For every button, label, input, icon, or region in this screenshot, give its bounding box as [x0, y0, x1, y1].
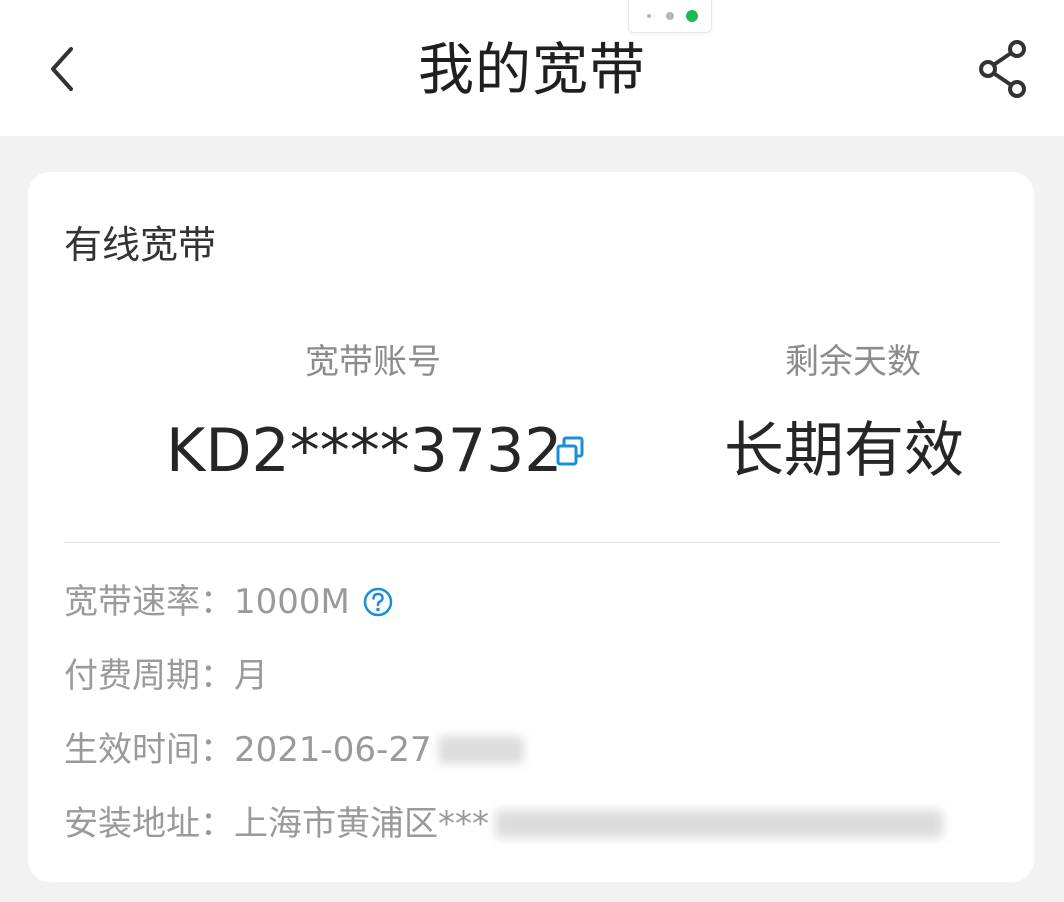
effective-time-label: 生效时间：: [64, 730, 234, 770]
divider: [64, 542, 1000, 543]
account-value: KD2****3732: [166, 416, 563, 486]
capsule-dot-small: [647, 14, 651, 18]
remaining-days-value: 长期有效: [724, 416, 964, 486]
copy-icon: [556, 436, 584, 466]
remaining-days-label: 剩余天数: [785, 342, 921, 382]
info-row-billing-cycle: 付费周期： 月: [64, 654, 268, 698]
speed-value: 1000M: [234, 582, 350, 622]
help-circle-icon[interactable]: [362, 586, 394, 618]
info-row-install-address: 安装地址： 上海市黄浦区***: [64, 802, 943, 846]
install-address-value: 上海市黄浦区***: [234, 804, 489, 844]
top-bar: 我的宽带: [0, 0, 1064, 136]
redacted-time: [437, 736, 524, 764]
share-icon: [979, 40, 1026, 98]
capsule-dot-active: [686, 10, 698, 22]
copy-button[interactable]: [554, 434, 588, 472]
speed-label: 宽带速率：: [64, 582, 234, 622]
share-button[interactable]: [970, 36, 1036, 102]
effective-time-value: 2021-06-27: [234, 730, 432, 770]
broadband-card: 有线宽带 宽带账号 剩余天数 KD2****3732 长期有效 宽带速率： 10…: [28, 172, 1034, 882]
account-label: 宽带账号: [305, 342, 441, 382]
info-row-effective-time: 生效时间： 2021-06-27: [64, 728, 524, 772]
card-title: 有线宽带: [64, 223, 217, 267]
info-row-speed: 宽带速率： 1000M: [64, 580, 394, 624]
page-title: 我的宽带: [418, 38, 646, 103]
redacted-address: [495, 810, 943, 838]
capsule-dot-medium: [666, 12, 674, 20]
mini-program-capsule[interactable]: [628, 0, 712, 33]
install-address-label: 安装地址：: [64, 804, 234, 844]
billing-cycle-value: 月: [234, 656, 268, 696]
billing-cycle-label: 付费周期：: [64, 656, 234, 696]
